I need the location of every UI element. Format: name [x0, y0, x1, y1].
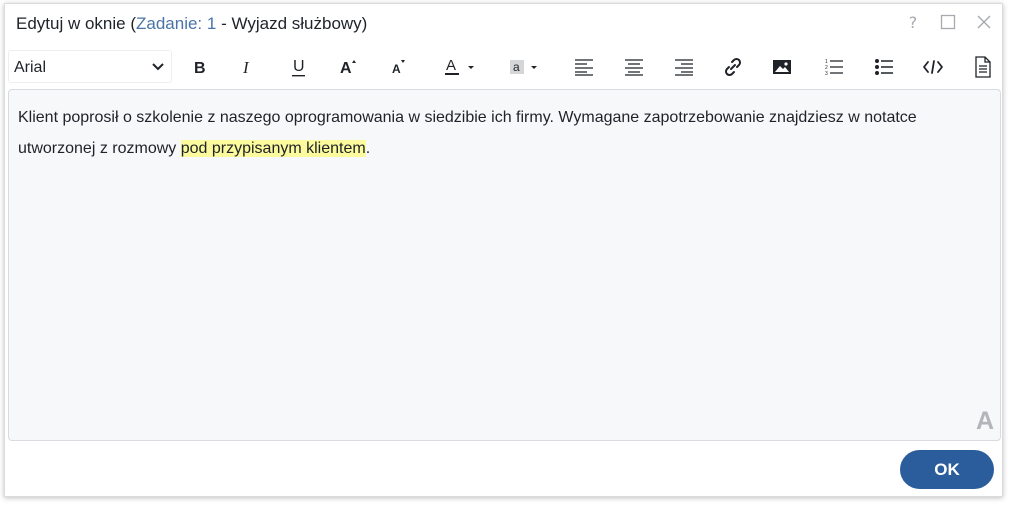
italic-button[interactable]: I — [231, 50, 263, 83]
svg-text:3: 3 — [825, 71, 828, 77]
decrease-font-size-button[interactable]: A — [383, 50, 415, 83]
highlight-color-button[interactable]: a — [505, 50, 543, 83]
font-color-button[interactable]: A — [440, 50, 478, 83]
dialog-title: Edytuj w oknie (Zadanie: 1 - Wyjazd służ… — [16, 14, 367, 34]
task-link[interactable]: Zadanie: 1 — [136, 14, 216, 33]
link-icon — [724, 57, 742, 76]
help-button[interactable]: ? — [901, 10, 925, 34]
increase-font-size-button[interactable]: A — [332, 50, 364, 83]
ordered-list-icon: 123 — [825, 59, 843, 77]
title-prefix: Edytuj w oknie ( — [16, 14, 136, 33]
unordered-list-icon — [875, 58, 893, 75]
editor-text: Klient poprosił o szkolenie z naszego op… — [18, 109, 917, 157]
help-icon: ? — [908, 12, 918, 32]
close-button[interactable] — [972, 10, 996, 34]
font-color-icon: A — [445, 57, 474, 75]
bold-button[interactable]: B — [183, 50, 215, 83]
source-code-button[interactable] — [917, 50, 949, 83]
underline-button[interactable]: U — [283, 50, 315, 83]
align-center-icon — [625, 58, 643, 76]
svg-text:U: U — [293, 58, 305, 75]
insert-image-button[interactable] — [766, 50, 798, 83]
svg-text:A: A — [446, 57, 456, 74]
align-center-button[interactable] — [618, 50, 650, 83]
close-icon — [977, 15, 991, 29]
edit-dialog: Edytuj w oknie (Zadanie: 1 - Wyjazd służ… — [4, 3, 1003, 497]
font-size-decrease-icon: A — [392, 59, 405, 76]
title-suffix: - Wyjazd służbowy) — [216, 14, 368, 33]
svg-text:A: A — [392, 62, 401, 76]
code-icon — [923, 59, 943, 74]
align-right-icon — [675, 58, 693, 76]
rich-text-editor[interactable]: Klient poprosił o szkolenie z naszego op… — [8, 89, 1001, 441]
image-icon — [773, 59, 791, 74]
underline-icon: U — [292, 58, 305, 76]
align-left-icon — [575, 58, 593, 76]
unordered-list-button[interactable] — [868, 50, 900, 83]
chevron-down-icon — [152, 63, 164, 71]
document-view-button[interactable] — [967, 50, 999, 83]
maximize-button[interactable] — [936, 10, 960, 34]
font-family-select[interactable]: Arial — [8, 50, 172, 83]
document-icon — [975, 55, 991, 78]
svg-text:B: B — [194, 60, 206, 77]
maximize-icon — [940, 14, 956, 30]
ok-button[interactable]: OK — [900, 450, 994, 489]
dialog-titlebar: Edytuj w oknie (Zadanie: 1 - Wyjazd służ… — [5, 4, 1002, 44]
align-right-button[interactable] — [668, 50, 700, 83]
editor-brand-logo: A — [975, 407, 994, 435]
svg-text:a: a — [513, 60, 520, 74]
ordered-list-button[interactable]: 123 — [818, 50, 850, 83]
bold-icon: B — [194, 60, 206, 77]
highlighted-text: pod przypisanym klientem — [180, 140, 366, 157]
font-family-value: Arial — [14, 59, 47, 76]
editor-content[interactable]: Klient poprosił o szkolenie z naszego op… — [18, 102, 978, 164]
editor-text-end: . — [365, 140, 371, 157]
font-size-increase-icon: A — [340, 59, 356, 77]
align-left-button[interactable] — [568, 50, 600, 83]
svg-text:A: A — [340, 60, 352, 77]
svg-text:I: I — [242, 58, 250, 77]
italic-icon: I — [242, 58, 250, 77]
highlight-color-icon: a — [510, 59, 537, 74]
insert-link-button[interactable] — [717, 50, 749, 83]
